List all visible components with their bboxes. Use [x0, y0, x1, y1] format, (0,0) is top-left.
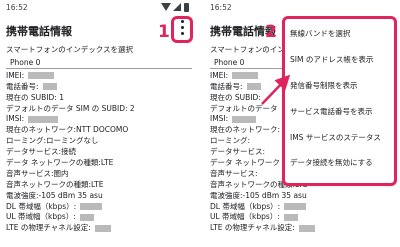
field-label-data-network-type: データ ネットワークの種類:	[6, 158, 101, 168]
step-number-1: 1	[158, 22, 170, 42]
status-bar: 16:52	[204, 0, 400, 15]
field-value-voice-service: 圏内	[53, 168, 69, 178]
info-row: データ ネットワークの種類:LTE	[6, 158, 192, 169]
step-number-2: 2	[265, 22, 277, 42]
info-row: ローミング:ローミングなし	[6, 136, 192, 147]
redacted-value	[232, 115, 257, 123]
field-label-imsi: IMSI:	[6, 114, 25, 124]
field-label-imei: IMEI:	[210, 70, 229, 80]
info-row: 音声サービス:圏内	[6, 169, 192, 180]
info-row: IMSI:	[6, 114, 192, 125]
signal-icon	[173, 3, 181, 11]
field-label-lte-physical-channel: LTE の物理チャネル設定:	[6, 223, 91, 233]
battery-icon	[184, 3, 189, 12]
info-row: 現在の SUBID: 1	[6, 93, 192, 104]
field-value-data-network-type: LTE	[100, 158, 114, 168]
status-icons	[161, 3, 191, 12]
field-value-signal-strength: -105 dBm 35 asu	[242, 190, 307, 200]
redacted-value	[79, 213, 94, 221]
overflow-button-highlight	[171, 16, 193, 43]
field-label-data-service: データサービス:	[210, 147, 266, 157]
redacted-value	[283, 213, 298, 221]
redacted-value	[28, 72, 55, 80]
field-label-roaming: ローミング:	[210, 136, 251, 146]
page-title: 携帯電話情報	[6, 25, 72, 38]
field-value-data-service: 接続	[61, 147, 77, 157]
field-label-imei: IMEI:	[6, 70, 25, 80]
field-value-current-subid: 1	[59, 92, 64, 102]
redacted-value	[28, 115, 59, 123]
info-row: 電話番号:	[6, 82, 192, 93]
field-value-signal-strength: -105 dBm 35 asu	[38, 190, 103, 200]
info-row: 音声ネットワークの種類:LTE	[6, 180, 192, 191]
select-label: スマートフォンのインデックスを選択	[6, 45, 134, 54]
info-row: デフォルトのデータ SIM の SUBID: 2	[6, 104, 192, 115]
field-label-roaming: ローミング:	[6, 136, 47, 146]
phone-index-select[interactable]: Phone 0	[6, 57, 192, 69]
redacted-value	[232, 72, 259, 80]
field-label-current-network: 現在のネットワーク:	[210, 125, 281, 135]
redacted-value	[298, 224, 315, 232]
status-time: 16:52	[6, 3, 28, 12]
info-row: DL 帯域幅（kbps）:	[6, 202, 192, 213]
info-row: データサービス:接続	[6, 147, 192, 158]
field-value-voice-network-type: LTE	[91, 179, 104, 189]
info-row: UL 帯域幅（kbps）:	[210, 212, 396, 223]
menu-highlight	[282, 16, 397, 186]
redacted-value	[284, 203, 307, 211]
field-label-phone-number: 電話番号:	[210, 81, 243, 91]
info-row: 現在のネットワーク:NTT DOCOMO	[6, 125, 192, 136]
info-row: DL 帯域幅（kbps）:	[210, 202, 396, 213]
status-bar: 16:52	[0, 0, 196, 15]
info-row: 電波強度:-105 dBm 35 asu	[6, 191, 192, 202]
field-label-default-data-subid: デフォルトのデータ SIM の SUBID:	[6, 103, 128, 113]
info-row: UL 帯域幅（kbps）:	[6, 212, 192, 223]
field-label-ul-bandwidth: UL 帯域幅（kbps）:	[210, 212, 280, 222]
field-label-ul-bandwidth: UL 帯域幅（kbps）:	[6, 212, 76, 222]
field-label-voice-network-type: 音声ネットワークの種類:	[6, 179, 92, 189]
field-value-current-network: NTT DOCOMO	[76, 125, 129, 135]
field-label-signal-strength: 電波強度:	[6, 190, 39, 200]
info-row: LTE の物理チャネル設定:	[6, 223, 192, 234]
select-underline	[6, 67, 192, 69]
redacted-value	[94, 224, 111, 232]
status-time: 16:52	[210, 3, 232, 12]
field-value-roaming: ローミングなし	[46, 136, 99, 146]
field-label-voice-service: 音声サービス:	[6, 168, 54, 178]
field-label-voice-service: 音声サービス:	[210, 168, 258, 178]
info-row: LTE の物理チャネル設定:	[210, 223, 396, 234]
field-label-lte-physical-channel: LTE の物理チャネル設定:	[210, 223, 295, 233]
field-label-phone-number: 電話番号:	[6, 81, 39, 91]
field-label-default-data-subid: デフォルトのデータ	[210, 103, 278, 113]
field-label-current-network: 現在のネットワーク:	[6, 125, 77, 135]
field-label-signal-strength: 電波強度:	[210, 190, 243, 200]
field-label-current-subid: 現在の SUBID:	[210, 92, 261, 102]
field-label-imsi: IMSI:	[210, 114, 229, 124]
info-row: IMEI:	[6, 71, 192, 82]
redacted-value	[42, 83, 57, 91]
info-row: 電波強度:-105 dBm 35 asu	[210, 191, 396, 202]
field-label-data-network-type: データ ネットワーク	[210, 158, 280, 168]
wifi-icon	[161, 3, 171, 11]
field-label-data-service: データサービス:	[6, 147, 62, 157]
redacted-value	[80, 203, 103, 211]
field-value-default-data-subid: 2	[129, 103, 135, 113]
field-label-dl-bandwidth: DL 帯域幅（kbps）:	[210, 201, 281, 211]
field-label-current-subid: 現在の SUBID:	[6, 92, 57, 102]
field-label-dl-bandwidth: DL 帯域幅（kbps）:	[6, 201, 77, 211]
phone-info-content: スマートフォンのインデックスを選択 Phone 0 IMEI: 電話番号: 現在…	[6, 45, 192, 234]
redacted-value	[246, 83, 261, 91]
